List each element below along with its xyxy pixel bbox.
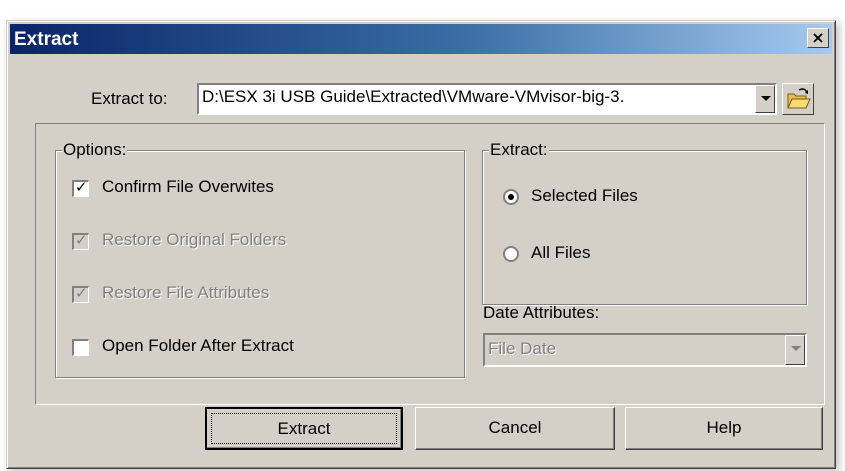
cancel-button-label: Cancel (488, 418, 542, 437)
extract-to-path: D:\ESX 3i USB Guide\Extracted\VMware-VMv… (202, 87, 625, 106)
extract-group: Extract: Selected Files All Files (482, 140, 807, 305)
title-bar[interactable]: Extract × (10, 24, 832, 54)
all-files-radio[interactable] (503, 246, 519, 262)
open-folder-icon (787, 88, 811, 109)
open-folder-after-checkbox[interactable] (72, 339, 89, 356)
restore-folders-checkbox[interactable]: ✓ (72, 231, 89, 250)
close-button[interactable]: × (807, 28, 829, 48)
focus-rectangle (211, 413, 397, 444)
checkmark-icon: ✓ (75, 231, 88, 249)
help-button[interactable]: Help (625, 407, 823, 450)
confirm-overwrites-checkbox[interactable]: ✓ (72, 178, 89, 197)
selected-files-radio[interactable] (503, 189, 519, 205)
date-attributes-label: Date Attributes: (483, 303, 600, 322)
options-group-title: Options: (62, 140, 128, 160)
extract-dialog: Extract × Extract to: D:\ESX 3i USB Guid… (6, 20, 836, 469)
radio-dot-icon (508, 194, 514, 200)
restore-attributes-label: Restore File Attributes (102, 283, 270, 302)
selected-files-label: Selected Files (531, 186, 638, 205)
cancel-button[interactable]: Cancel (415, 407, 615, 450)
date-attributes-combobox[interactable]: File Date (483, 333, 807, 367)
extract-to-combobox[interactable]: D:\ESX 3i USB Guide\Extracted\VMware-VMv… (197, 83, 777, 115)
help-button-label: Help (706, 418, 742, 437)
confirm-overwrites-label: Confirm File Overwites (102, 177, 274, 196)
options-group: Options: ✓ Confirm File Overwites ✓ Rest… (55, 140, 465, 378)
restore-attributes-checkbox[interactable]: ✓ (72, 284, 89, 303)
checkmark-icon: ✓ (75, 178, 88, 196)
chevron-down-icon[interactable] (755, 85, 775, 113)
all-files-label: All Files (531, 243, 591, 262)
date-attributes-value: File Date (488, 339, 557, 358)
restore-folders-label: Restore Original Folders (102, 230, 287, 249)
chevron-down-icon[interactable] (785, 335, 805, 365)
browse-folder-button[interactable] (782, 83, 814, 115)
window-title: Extract (14, 29, 79, 50)
close-icon: × (811, 28, 825, 47)
extract-button[interactable]: Extract (205, 407, 403, 450)
open-folder-after-label: Open Folder After Extract (102, 336, 294, 355)
extract-to-label: Extract to: (91, 89, 168, 108)
extract-group-title: Extract: (489, 140, 549, 160)
checkmark-icon: ✓ (75, 284, 88, 302)
